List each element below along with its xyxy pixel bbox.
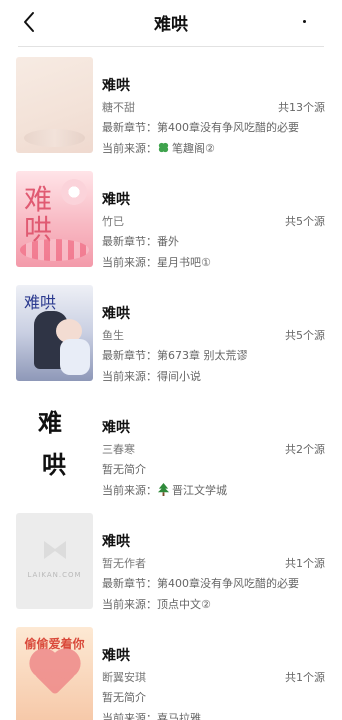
book-author: 三春寒 (102, 443, 135, 456)
book-title: 难哄 (102, 192, 130, 208)
current-source-name: 喜马拉雅 (157, 712, 201, 720)
book-author: 糖不甜 (102, 101, 135, 114)
header-divider (18, 46, 324, 47)
latest-chapter: 最新章节：第673章 别太荒谬 (102, 349, 248, 362)
clover-icon (158, 142, 169, 153)
book-title: 难哄 (102, 306, 130, 322)
cover-decoration (24, 129, 85, 147)
current-source: 当前来源： 晋江文学城 (102, 482, 227, 498)
book-author: 暂无作者 (102, 557, 146, 570)
current-source: 当前来源：得间小说 (102, 368, 201, 384)
cover-decoration (61, 179, 87, 205)
current-source-name: 星月书吧① (157, 256, 211, 269)
book-cover (16, 57, 93, 153)
current-source-label: 当前来源： (102, 370, 157, 383)
source-count: 共5个源 (285, 215, 325, 228)
source-count: 共13个源 (278, 101, 325, 114)
cover-placeholder-text: LAIKAN.COM (27, 571, 82, 579)
book-intro: 暂无简介 (102, 463, 146, 476)
current-source-label: 当前来源： (102, 712, 157, 720)
cover-title-art: 难哄 (24, 183, 53, 246)
book-author: 鱼生 (102, 329, 124, 342)
current-source-name: 晋江文学城 (172, 484, 227, 497)
latest-chapter: 最新章节：第400章没有争风吃醋的必要 (102, 121, 299, 134)
cover-decoration (20, 239, 89, 261)
current-source-name: 顶点中文② (157, 598, 211, 611)
book-cover: 难哄 (16, 285, 93, 381)
book-author: 竹已 (102, 215, 124, 228)
current-source: 当前来源：顶点中文② (102, 596, 211, 612)
book-cover: 难 哄 (16, 399, 93, 495)
cover-title: 偷偷爱着你 (24, 637, 85, 651)
tree-icon (157, 483, 170, 496)
book-title: 难哄 (102, 78, 130, 94)
book-author: 断翼安琪 (102, 671, 146, 684)
current-source-label: 当前来源： (102, 484, 157, 497)
book-title: 难哄 (102, 420, 130, 436)
source-count: 共1个源 (285, 671, 325, 684)
page-title: 难哄 (154, 15, 188, 35)
source-count: 共2个源 (285, 443, 325, 456)
book-list-item[interactable]: 难哄 糖不甜 共13个源 最新章节：第400章没有争风吃醋的必要 当前来源： 笔… (0, 57, 342, 157)
current-source-name: 笔趣阁② (172, 142, 215, 155)
book-list-item[interactable]: LAIKAN.COM 难哄 暂无作者 共1个源 最新章节：第400章没有争风吃醋… (0, 513, 342, 613)
current-source-name: 得间小说 (157, 370, 201, 383)
book-list-item[interactable]: 偷偷爱着你 难哄 断翼安琪 共1个源 暂无简介 当前来源：喜马拉雅 (0, 627, 342, 720)
book-cover: LAIKAN.COM (16, 513, 93, 609)
placeholder-logo-icon (44, 541, 66, 559)
cover-decoration (60, 339, 90, 375)
more-button[interactable] (298, 12, 312, 32)
book-intro: 暂无简介 (102, 691, 146, 704)
book-title: 难哄 (102, 648, 130, 664)
cover-title: 难哄 (24, 293, 57, 312)
current-source-label: 当前来源： (102, 142, 157, 155)
book-title: 难哄 (102, 534, 130, 550)
book-cover: 难哄 (16, 171, 93, 267)
current-source: 当前来源： 笔趣阁② (102, 140, 215, 156)
more-dot-icon (303, 20, 306, 23)
book-list-item[interactable]: 难哄 难哄 竹已 共5个源 最新章节：番外 当前来源：星月书吧① (0, 171, 342, 271)
app-header: 难哄 (0, 0, 342, 46)
book-cover: 偷偷爱着你 (16, 627, 93, 720)
cover-title-char: 难 (38, 408, 62, 437)
book-list-item[interactable]: 难哄 难哄 鱼生 共5个源 最新章节：第673章 别太荒谬 当前来源：得间小说 (0, 285, 342, 385)
source-count: 共5个源 (285, 329, 325, 342)
latest-chapter: 最新章节：第400章没有争风吃醋的必要 (102, 577, 299, 590)
cover-decoration (33, 652, 77, 696)
book-list-item[interactable]: 难 哄 难哄 三春寒 共2个源 暂无简介 当前来源： 晋江文学城 (0, 399, 342, 499)
current-source-label: 当前来源： (102, 598, 157, 611)
current-source: 当前来源：喜马拉雅 (102, 710, 201, 720)
current-source-label: 当前来源： (102, 256, 157, 269)
latest-chapter: 最新章节：番外 (102, 235, 179, 248)
current-source: 当前来源：星月书吧① (102, 254, 211, 270)
cover-title-char: 哄 (42, 450, 66, 479)
source-count: 共1个源 (285, 557, 325, 570)
